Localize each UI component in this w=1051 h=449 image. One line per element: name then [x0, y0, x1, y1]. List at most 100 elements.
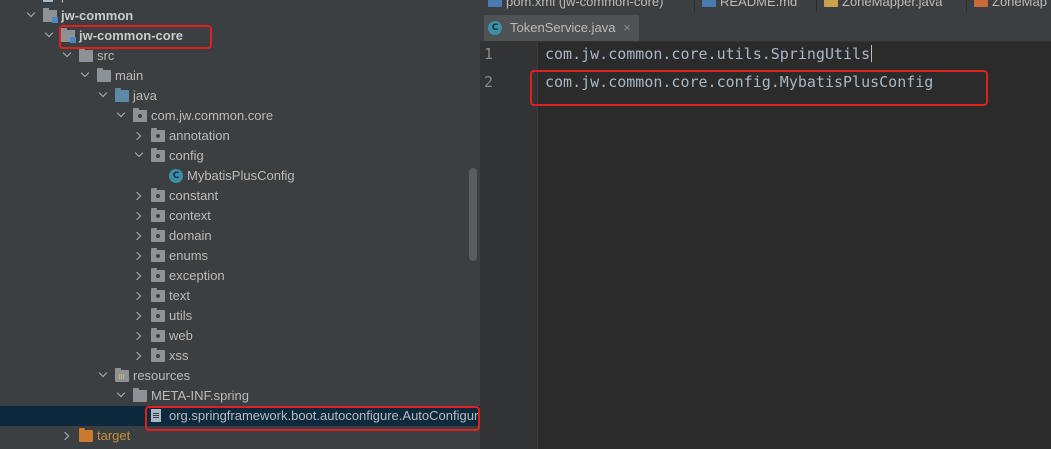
xml-file-icon: [974, 0, 988, 7]
tree-item-annotation[interactable]: annotation: [0, 126, 480, 146]
tree-item-label: web: [169, 328, 193, 343]
code-line[interactable]: com.jw.common.core.config.MybatisPlusCon…: [545, 73, 933, 91]
class-icon: C: [169, 169, 183, 183]
chevron-right-icon[interactable]: [134, 126, 146, 146]
tree-item-config[interactable]: config: [0, 146, 480, 166]
tree-item-text[interactable]: text: [0, 286, 480, 306]
tree-item-label: domain: [169, 228, 212, 243]
tree-item-label: com.jw.common.core: [151, 108, 274, 123]
tree-item-context[interactable]: context: [0, 206, 480, 226]
module-folder-icon: [43, 8, 58, 23]
chevron-down-icon[interactable]: [98, 366, 110, 386]
tree-item-label: exception: [169, 268, 225, 283]
tree-item-label: constant: [169, 188, 219, 203]
tab-label: pom.xml (jw-common-core): [506, 0, 664, 9]
chevron-down-icon[interactable]: [134, 146, 146, 166]
tree-item-label: config: [169, 148, 204, 163]
tab-label: TokenService.java: [510, 20, 616, 35]
tree-item-label: annotation: [169, 128, 230, 143]
tree-item-label: enums: [169, 248, 209, 263]
tree-item-utils[interactable]: utils: [0, 306, 480, 326]
tree-item-label: jw-common-core: [79, 28, 184, 43]
line-number: 1: [484, 45, 494, 63]
chevron-down-icon[interactable]: [98, 86, 110, 106]
chevron-right-icon[interactable]: [134, 326, 146, 346]
chevron-down-icon[interactable]: [80, 66, 92, 86]
package-icon: [151, 248, 165, 262]
chevron-down-icon[interactable]: [44, 26, 56, 46]
tab-separator: [966, 0, 967, 12]
maven-file-icon: [43, 0, 53, 2]
chevron-down-icon[interactable]: [116, 106, 128, 126]
chevron-right-icon[interactable]: [134, 286, 146, 306]
tree-item-exception[interactable]: exception: [0, 266, 480, 286]
tree-item-xss[interactable]: xss: [0, 346, 480, 366]
editor-tab[interactable]: ZoneMap: [970, 0, 1047, 12]
tree-item-jw-common[interactable]: jw-common: [0, 6, 480, 26]
tab-separator: [816, 0, 817, 12]
tree-item-label: main: [115, 68, 144, 83]
tab-token-service[interactable]: C TokenService.java ×: [484, 15, 639, 41]
tab-label: ZoneMap: [992, 0, 1047, 9]
chevron-right-icon[interactable]: [134, 346, 146, 366]
chevron-down-icon[interactable]: [26, 6, 38, 26]
chevron-down-icon[interactable]: [116, 386, 128, 406]
editor-tab[interactable]: ZoneMapper.java: [820, 0, 942, 12]
tree-item-com-jw-common-core[interactable]: com.jw.common.core: [0, 106, 480, 126]
package-icon: [151, 148, 165, 162]
java-file-icon: [824, 0, 838, 7]
package-icon: [133, 108, 147, 122]
tree-item-meta-inf-spring[interactable]: META-INF.spring: [0, 386, 480, 406]
editor-tab-bar-active: C TokenService.java ×: [480, 12, 1051, 42]
chevron-right-icon[interactable]: [134, 306, 146, 326]
tree-item-label: org.springframework.boot.autoconfigure.A…: [169, 408, 480, 423]
tree-item-label: java: [133, 88, 157, 103]
chevron-right-icon[interactable]: [134, 226, 146, 246]
tab-label: ZoneMapper.java: [842, 0, 943, 9]
tree-item-target[interactable]: target: [0, 426, 480, 446]
tree-item-label: resources: [133, 368, 191, 383]
tree-item-org-springframework-boot-autoconfigure-autoconfiguration-imports[interactable]: org.springframework.boot.autoconfigure.A…: [0, 406, 480, 426]
tree-scrollbar[interactable]: [469, 168, 477, 261]
class-icon: C: [488, 21, 502, 35]
package-icon: [151, 208, 165, 222]
maven-file-icon: [488, 0, 502, 7]
package-icon: [151, 268, 165, 282]
chevron-down-icon[interactable]: [62, 46, 74, 66]
tree-item-mybatisplusconfig[interactable]: C MybatisPlusConfig: [0, 166, 480, 186]
editor-tab[interactable]: README.md: [698, 0, 797, 12]
package-icon: [151, 288, 165, 302]
tree-item-label: context: [169, 208, 211, 223]
chevron-right-icon[interactable]: [62, 426, 74, 446]
chevron-right-icon[interactable]: [134, 186, 146, 206]
chevron-right-icon[interactable]: [134, 206, 146, 226]
tree-item-label: jw-common: [61, 8, 134, 23]
tree-item-label: src: [97, 48, 115, 63]
tree-item-label: utils: [169, 308, 193, 323]
package-icon: [151, 328, 165, 342]
tree-item-jw-common-core[interactable]: jw-common-core: [0, 26, 480, 46]
tree-item-src[interactable]: src: [0, 46, 480, 66]
chevron-right-icon[interactable]: [134, 266, 146, 286]
chevron-right-icon[interactable]: [134, 246, 146, 266]
tree-item-label: text: [169, 288, 190, 303]
tree-item-label: target: [97, 428, 131, 443]
code-line[interactable]: com.jw.common.core.utils.SpringUtils: [545, 45, 873, 63]
resources-folder-icon: [115, 368, 129, 382]
editor-tab-bar: pom.xml (jw-common-core) README.md ZoneMap…: [480, 0, 1051, 12]
tree-item-enums[interactable]: enums: [0, 246, 480, 266]
close-icon[interactable]: ×: [623, 20, 631, 35]
tree-item-domain[interactable]: domain: [0, 226, 480, 246]
module-folder-icon: [61, 28, 76, 43]
tree-item-label: xss: [169, 348, 189, 363]
tree-item-web[interactable]: web: [0, 326, 480, 346]
editor-tab[interactable]: pom.xml (jw-common-core): [484, 0, 663, 12]
tree-item-main[interactable]: main: [0, 66, 480, 86]
folder-icon: [97, 68, 111, 82]
tree-item-constant[interactable]: constant: [0, 186, 480, 206]
package-icon: [151, 228, 165, 242]
code-line-text: com.jw.common.core.config.MybatisPlusCon…: [545, 73, 934, 91]
tree-item-resources[interactable]: resources: [0, 366, 480, 386]
md-file-icon: [702, 0, 716, 7]
tree-item-java[interactable]: java: [0, 86, 480, 106]
